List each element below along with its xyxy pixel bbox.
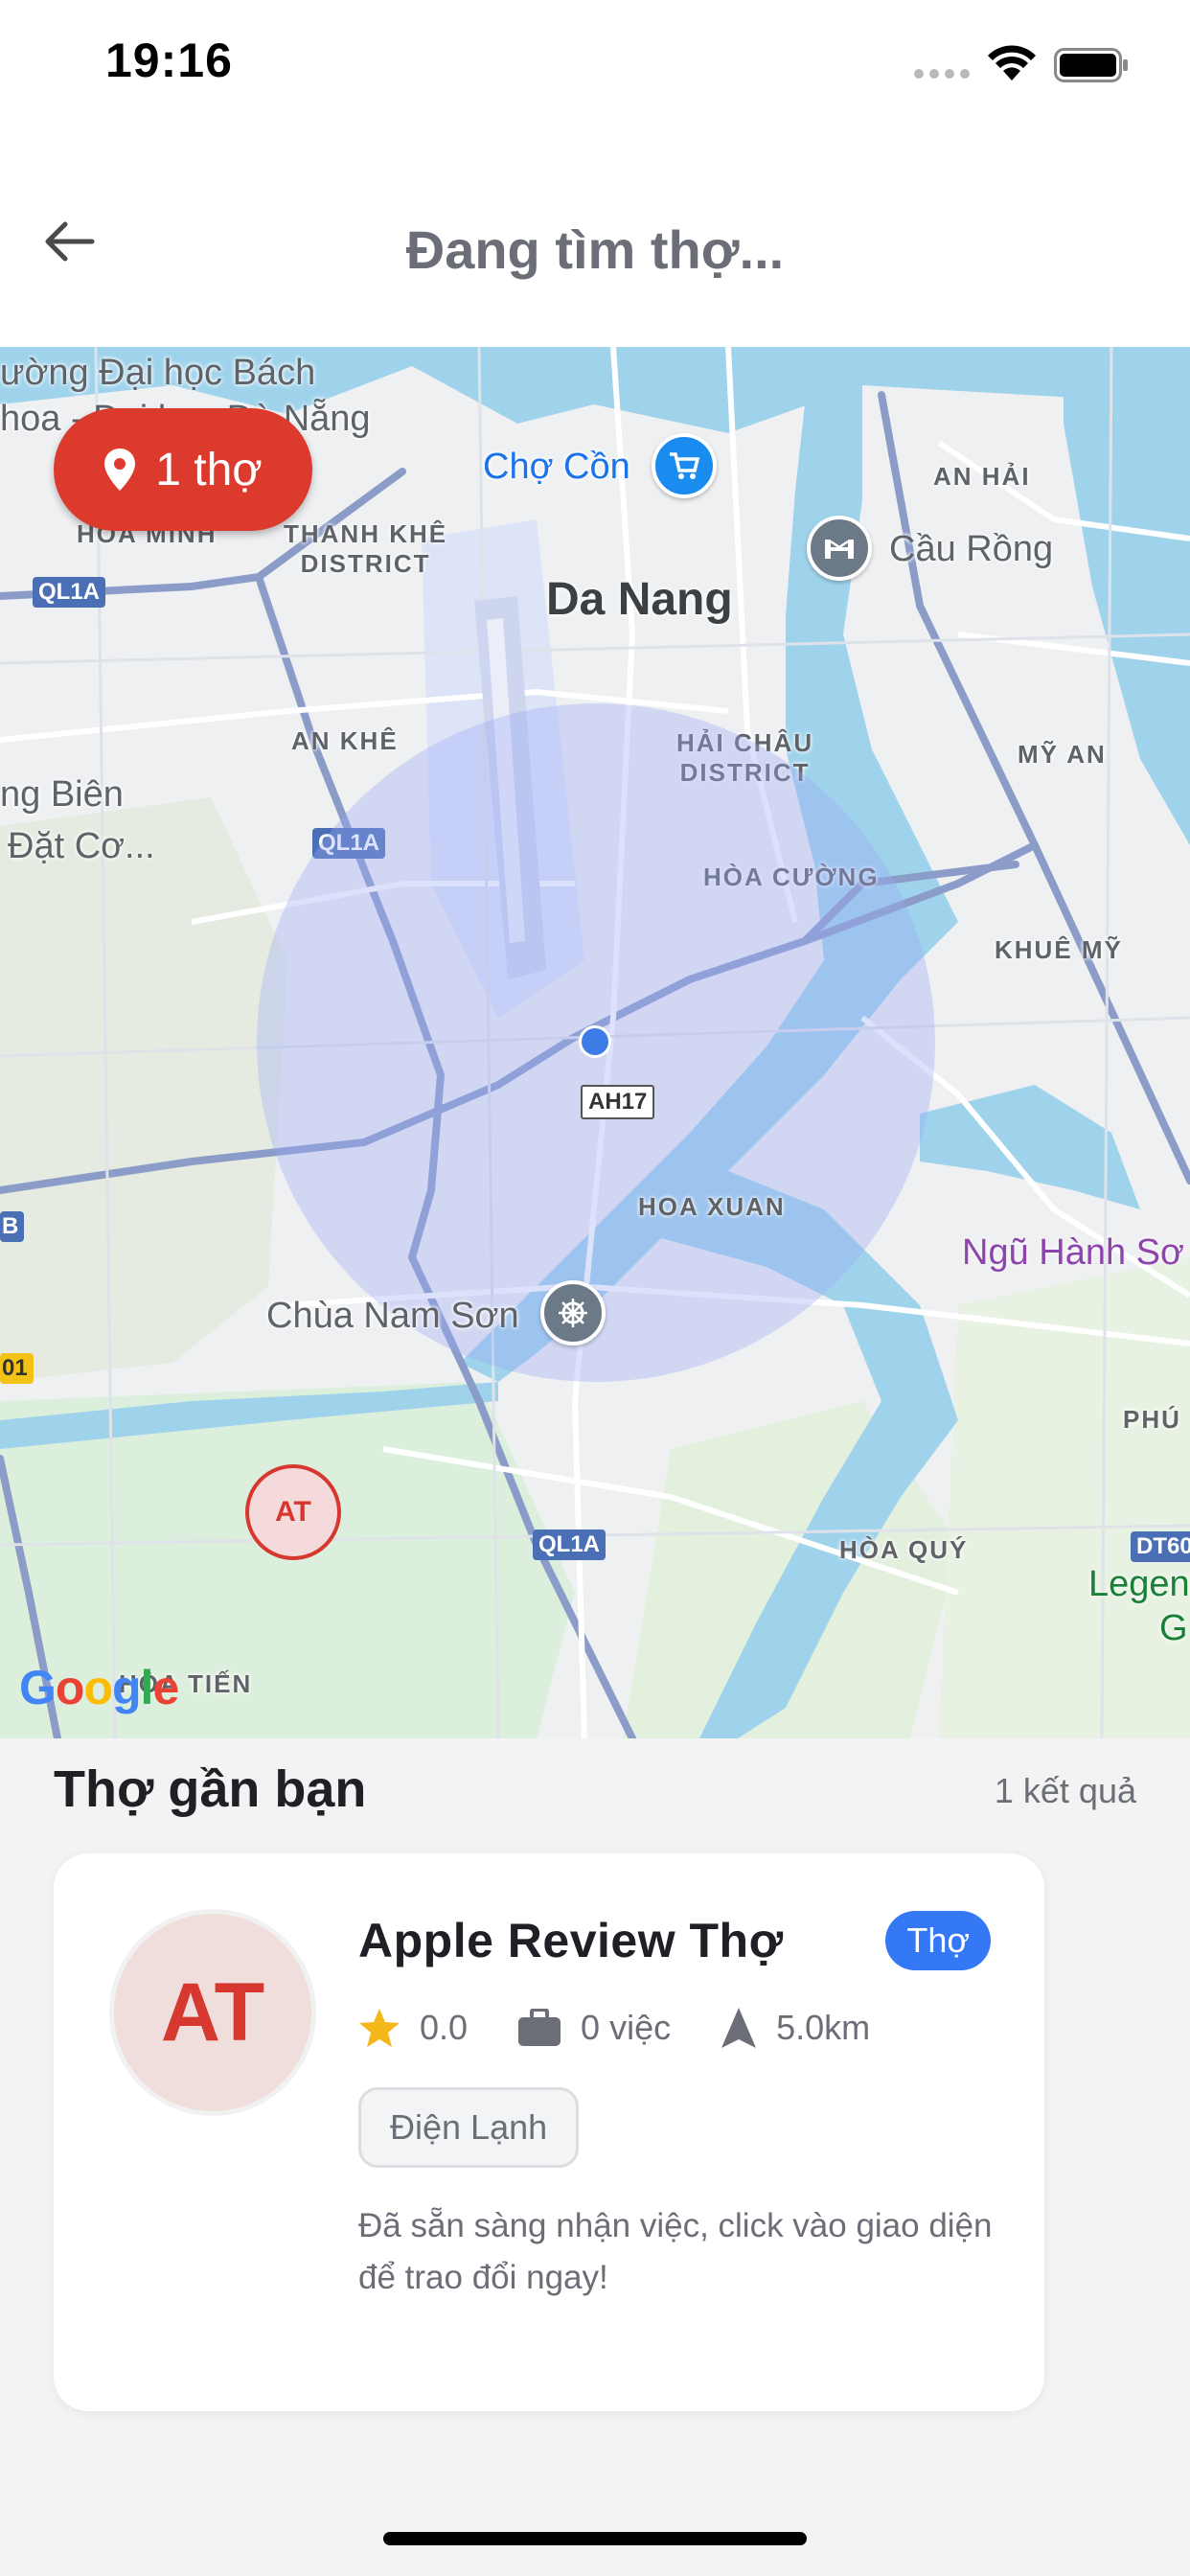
page-title: Đang tìm thợ... — [405, 219, 785, 280]
road-shield: B — [0, 1211, 25, 1242]
google-logo: Google — [19, 1661, 179, 1714]
rating-stat: 0.0 — [358, 2008, 468, 2048]
map-label: HOA XUAN — [638, 1192, 786, 1221]
star-icon — [359, 2009, 400, 2047]
home-indicator[interactable] — [383, 2532, 807, 2545]
map-label-city: Da Nang — [546, 574, 733, 625]
worker-description: Đã sẵn sàng nhận việc, click vào giao di… — [358, 2207, 993, 2296]
jobs-value: 0 việc — [581, 2008, 672, 2047]
avatar: AT — [109, 1909, 316, 2116]
section-heading: Thợ gần bạn — [54, 1760, 367, 1818]
road-shield: QL1A — [33, 577, 106, 608]
map-label: AN HẢI — [933, 462, 1031, 491]
distance-value: 5.0km — [776, 2008, 871, 2047]
map-label-cau-rong[interactable]: Cầu Rồng — [889, 529, 1053, 570]
worker-count-pill[interactable]: 1 thợ — [54, 408, 312, 531]
cellular-signal-icon — [914, 69, 970, 79]
map-label: AN KHÊ — [291, 726, 399, 755]
map-label: ng Biên — [0, 774, 124, 815]
map-label: PHÚ — [1123, 1405, 1181, 1434]
rating-value: 0.0 — [420, 2008, 469, 2047]
status-bar: 19:16 — [0, 0, 1190, 134]
map-label: Legen — [1088, 1564, 1190, 1604]
worker-map-marker[interactable]: AT — [245, 1464, 341, 1560]
map-label: THANH KHÊ DISTRICT — [284, 519, 448, 579]
app-header: Đang tìm thợ... — [0, 134, 1190, 347]
bridge-icon[interactable] — [807, 516, 872, 581]
distance-stat: 5.0km — [721, 2007, 870, 2049]
map-label: KHUÊ MỸ — [995, 935, 1123, 964]
worker-card[interactable]: AT Apple Review Thợ Thợ 0.0 0 việc 5.0km… — [54, 1853, 1044, 2411]
current-location-dot — [579, 1025, 611, 1058]
jobs-stat: 0 việc — [517, 2008, 671, 2048]
map-label: HÒA QUÝ — [839, 1535, 969, 1564]
map-label: MỸ AN — [1018, 740, 1107, 769]
map-label-ngu-hanh-son[interactable]: Ngũ Hành Sơ — [962, 1232, 1184, 1274]
map-label: G — [1159, 1608, 1188, 1648]
result-count: 1 kết quả — [994, 1771, 1136, 1810]
road-shield: DT60 — [1131, 1531, 1190, 1562]
map-label-chua-nam-son[interactable]: Chùa Nam Sơn — [266, 1296, 519, 1337]
map-label: ường Đại học Bách — [0, 353, 316, 393]
map-label: Đặt Cơ... — [8, 826, 155, 866]
road-shield: 01 — [0, 1353, 34, 1384]
worker-name: Apple Review Thợ — [358, 1914, 784, 1967]
briefcase-icon — [518, 2009, 561, 2046]
shopping-cart-icon[interactable] — [652, 433, 717, 498]
role-badge: Thợ — [885, 1911, 991, 1970]
map-view[interactable]: ường Đại học Bách hoa - Đại học Đà Nẵng … — [0, 347, 1190, 1738]
temple-icon[interactable] — [540, 1280, 606, 1346]
status-time: 19:16 — [105, 34, 233, 87]
map-label-cho-con[interactable]: Chợ Cồn — [483, 447, 630, 488]
navigation-arrow-icon — [721, 2008, 757, 2048]
wifi-icon — [988, 45, 1036, 80]
road-shield: AH17 — [581, 1085, 655, 1119]
location-pin-icon — [104, 448, 136, 491]
battery-icon — [1054, 48, 1128, 82]
skill-tag: Điện Lạnh — [358, 2087, 580, 2168]
screen: 19:16 Đang tìm thợ... ường Đại học Bách … — [0, 0, 1190, 2576]
worker-stats: 0.0 0 việc 5.0km — [358, 2007, 920, 2049]
road-shield: QL1A — [533, 1530, 606, 1560]
worker-count-label: 1 thợ — [155, 444, 263, 495]
